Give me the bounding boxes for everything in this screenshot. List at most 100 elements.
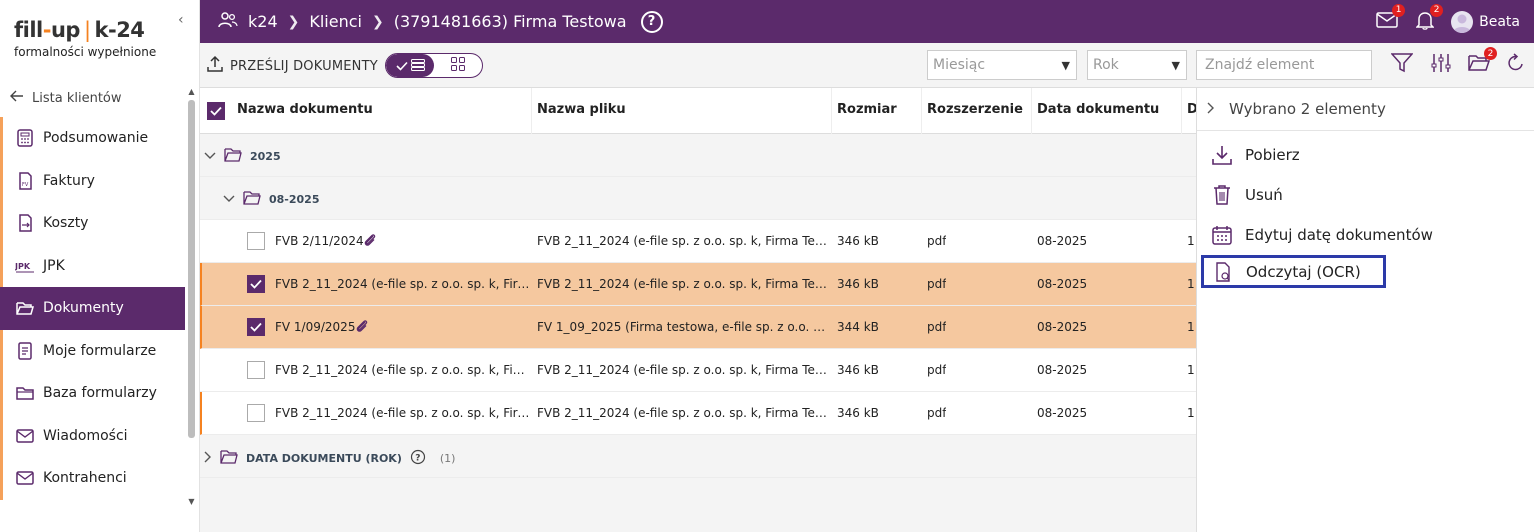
column-header-name[interactable]: Nazwa dokumentu — [237, 102, 373, 117]
extra-column: 1! — [1187, 406, 1196, 420]
notifications-button[interactable]: 2 — [1413, 3, 1444, 34]
column-header-extra[interactable]: D — [1187, 102, 1196, 117]
search-input[interactable]: Znajdź element — [1196, 50, 1372, 80]
edit-date-button[interactable]: Edytuj datę dokumentów — [1197, 215, 1534, 255]
table-row[interactable]: FVB 2/11/2024 FVB 2_11_2024 (e-file sp. … — [200, 220, 1196, 263]
document-date: 08-2025 — [1037, 363, 1088, 377]
sliders-icon — [1430, 52, 1452, 78]
delete-button[interactable]: Usuń — [1197, 175, 1534, 215]
sidebar-item-koszty[interactable]: Koszty — [0, 202, 185, 245]
mail-icon — [15, 426, 35, 446]
user-menu[interactable]: Beata — [1451, 10, 1520, 33]
file-name: FVB 2_11_2024 (e-file sp. z o.o. sp. k, … — [537, 406, 827, 420]
column-header-size[interactable]: Rozmiar — [837, 102, 897, 117]
chevron-down-icon[interactable] — [204, 150, 216, 163]
select-all-checkbox[interactable] — [207, 102, 225, 120]
table-row[interactable]: FVB 2_11_2024 (e-file sp. z o.o. sp. k, … — [200, 349, 1196, 392]
folder-open-icon — [15, 298, 35, 318]
help-icon[interactable]: ? — [640, 10, 663, 33]
extra-column: 1! — [1187, 363, 1196, 377]
sidebar: fill-up | k-24 formalności wypełnione ‹ Li… — [0, 0, 200, 532]
document-date: 08-2025 — [1037, 406, 1088, 420]
collapse-sidebar-icon[interactable]: ‹ — [178, 12, 184, 28]
form-icon — [15, 341, 35, 361]
breadcrumb-root[interactable]: k24 — [248, 12, 278, 31]
row-checkbox[interactable] — [247, 318, 265, 336]
year-select[interactable]: Rok ▼ — [1087, 50, 1187, 80]
scroll-down-icon[interactable]: ▼ — [187, 498, 196, 506]
group-row-document-date[interactable]: DATA DOKUMENTU (ROK) ? (1) — [200, 435, 1196, 478]
sidebar-item-baza-formularzy[interactable]: Baza formularzy — [0, 372, 185, 415]
column-divider[interactable] — [831, 88, 832, 134]
ocr-button[interactable]: Odczytaj (OCR) — [1201, 255, 1386, 288]
view-toggle[interactable] — [385, 53, 483, 78]
brand-logo[interactable]: fill-up | k-24 formalności wypełnione — [14, 18, 156, 59]
table-row-selected[interactable]: FVB 2_11_2024 (e-file sp. z o.o. sp. k, … — [200, 263, 1196, 306]
file-name: FVB 2_11_2024 (e-file sp. z o.o. sp. k, … — [537, 277, 827, 291]
extra-column: 1! — [1187, 234, 1196, 248]
arrow-left-icon — [10, 90, 24, 106]
download-button[interactable]: Pobierz — [1197, 135, 1534, 175]
sidebar-item-moje-formularze[interactable]: Moje formularze — [0, 329, 185, 372]
upload-documents-button[interactable]: PRZEŚLIJ DOKUMENTY — [206, 55, 378, 77]
row-checkbox[interactable] — [247, 232, 265, 250]
invoice-icon: FV — [15, 171, 35, 191]
group-row-year[interactable]: 2025 — [200, 134, 1196, 177]
column-header-extension[interactable]: Rozszerzenie — [927, 102, 1023, 117]
messages-button[interactable]: 1 — [1375, 3, 1406, 34]
document-name: FVB 2/11/2024 — [275, 234, 364, 248]
documents-table: Nazwa dokumentu Nazwa pliku Rozmiar Rozs… — [200, 88, 1196, 532]
avatar — [1451, 10, 1474, 33]
document-date: 08-2025 — [1037, 277, 1088, 291]
sidebar-item-jpk[interactable]: JPK JPK — [0, 244, 185, 287]
filter-button[interactable] — [1390, 53, 1414, 77]
sidebar-item-podsumowanie[interactable]: Podsumowanie — [0, 117, 185, 160]
calendar-icon — [1211, 224, 1233, 246]
sidebar-item-label: JPK — [43, 257, 65, 274]
column-divider[interactable] — [921, 88, 922, 134]
chevron-down-icon[interactable] — [223, 193, 235, 206]
columns-settings-button[interactable] — [1429, 53, 1453, 77]
folder-badge: 2 — [1484, 47, 1497, 60]
scroll-up-icon[interactable]: ▲ — [187, 88, 196, 96]
group-row-month[interactable]: 08-2025 — [200, 177, 1196, 220]
file-extension: pdf — [927, 363, 947, 377]
file-extension: pdf — [927, 277, 947, 291]
paperclip-icon[interactable] — [362, 232, 378, 251]
table-row[interactable]: FVB 2_11_2024 (e-file sp. z o.o. sp. k, … — [200, 392, 1196, 435]
bell-badge: 2 — [1430, 3, 1444, 17]
month-select[interactable]: Miesiąc ▼ — [927, 50, 1077, 80]
sidebar-item-faktury[interactable]: FV Faktury — [0, 159, 185, 202]
sidebar-item-label: Podsumowanie — [43, 130, 149, 147]
column-divider[interactable] — [1031, 88, 1032, 134]
panel-header[interactable]: Wybrano 2 elementy — [1197, 88, 1534, 131]
selected-count-label: Wybrano 2 elementy — [1229, 100, 1386, 118]
list-view-option[interactable] — [386, 54, 434, 77]
row-checkbox[interactable] — [247, 361, 265, 379]
chevron-right-icon[interactable] — [1207, 100, 1215, 118]
column-header-date[interactable]: Data dokumentu — [1037, 102, 1159, 117]
table-row-selected[interactable]: FV 1/09/2025 FV 1_09_2025 (Firma testowa… — [200, 306, 1196, 349]
row-checkbox[interactable] — [247, 275, 265, 293]
column-divider[interactable] — [531, 88, 532, 134]
grid-view-option[interactable] — [434, 54, 482, 77]
column-divider[interactable] — [1181, 88, 1182, 134]
column-header-file[interactable]: Nazwa pliku — [537, 102, 626, 117]
sidebar-item-dokumenty[interactable]: Dokumenty — [0, 287, 185, 330]
delete-label: Usuń — [1245, 186, 1283, 204]
folders-button[interactable]: 2 — [1467, 47, 1497, 77]
sidebar-item-wiadomosci[interactable]: Wiadomości — [0, 414, 185, 457]
refresh-button[interactable] — [1504, 53, 1528, 77]
breadcrumb-clients[interactable]: Klienci — [309, 12, 362, 31]
paperclip-icon[interactable] — [354, 318, 370, 337]
user-name: Beata — [1479, 13, 1520, 30]
top-bar-actions: 1 2 Beata — [1375, 0, 1520, 43]
help-icon[interactable]: ? — [410, 449, 426, 468]
row-checkbox[interactable] — [247, 404, 265, 422]
chevron-right-icon[interactable] — [204, 451, 212, 466]
scrollbar-thumb[interactable] — [188, 100, 195, 438]
logo-k24: k-24 — [94, 18, 145, 42]
back-to-clients-link[interactable]: Lista klientów — [10, 90, 122, 106]
sidebar-scrollbar[interactable]: ▲ ▼ — [187, 88, 196, 510]
sidebar-item-kontrahenci[interactable]: Kontrahenci — [0, 457, 185, 500]
